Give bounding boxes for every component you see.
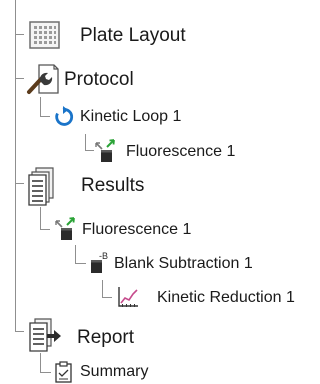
tree-node-label: Fluorescence 1 (126, 143, 236, 160)
report-export-icon (29, 318, 61, 352)
tree-connector (15, 331, 24, 332)
tree-connector (15, 34, 24, 35)
tree-node-label: Kinetic Loop 1 (80, 108, 182, 125)
tree-connector (15, 0, 16, 331)
tree-node-label: Results (81, 175, 145, 196)
tree-connector (102, 297, 112, 298)
tree-node-label: Protocol (64, 69, 134, 90)
tree-connector (15, 78, 24, 79)
tree-node-protocol-fluorescence[interactable]: Fluorescence 1 (94, 138, 274, 164)
tree-connector (40, 229, 50, 230)
kinetic-reduction-chart-icon (118, 287, 138, 307)
loop-arrow-icon (55, 106, 74, 126)
fluorescence-cuvette-icon (55, 217, 75, 240)
tree-connector (102, 280, 103, 297)
tree-node-label: Blank Subtraction 1 (114, 255, 253, 272)
tree-connector (85, 150, 94, 151)
tree-connector (40, 207, 41, 229)
blank-subtraction-badge: -B (99, 251, 108, 261)
tree-node-kinetic-loop[interactable]: Kinetic Loop 1 (50, 104, 250, 130)
tree-connector (85, 134, 86, 150)
tree-connector (75, 263, 86, 264)
tree-node-results-fluorescence[interactable]: Fluorescence 1 (50, 216, 250, 242)
tree-node-label: Report (77, 327, 135, 348)
results-document-icon (28, 167, 54, 206)
tree-node-plate-layout[interactable]: Plate Layout (24, 18, 214, 52)
summary-clipboard-icon (55, 361, 72, 383)
tree-node-label: Plate Layout (80, 25, 186, 46)
tree-node-protocol[interactable]: Protocol (24, 62, 184, 96)
tree-connector (40, 353, 41, 372)
tree-connector (15, 183, 24, 184)
tree-node-report[interactable]: Report (24, 318, 174, 354)
tree-node-kinetic-reduction[interactable]: Kinetic Reduction 1 (112, 284, 312, 310)
plate-grid-icon (29, 21, 60, 49)
tree-node-blank-subtraction[interactable]: -B Blank Subtraction 1 (88, 250, 298, 276)
tree-connector (40, 116, 50, 117)
tree-node-summary[interactable]: Summary (52, 360, 192, 384)
tree-connector (75, 245, 76, 263)
tree-node-label: Summary (80, 363, 149, 380)
tree-connector (40, 97, 41, 116)
project-tree: Plate Layout Protocol Kinetic Loop 1 Flu… (0, 0, 316, 384)
fluorescence-cuvette-icon (95, 139, 115, 162)
tree-node-label: Fluorescence 1 (82, 221, 192, 238)
tree-node-label: Kinetic Reduction 1 (157, 289, 295, 306)
protocol-wrench-icon (27, 64, 59, 94)
tree-node-results[interactable]: Results (24, 166, 174, 206)
tree-connector (40, 372, 51, 373)
